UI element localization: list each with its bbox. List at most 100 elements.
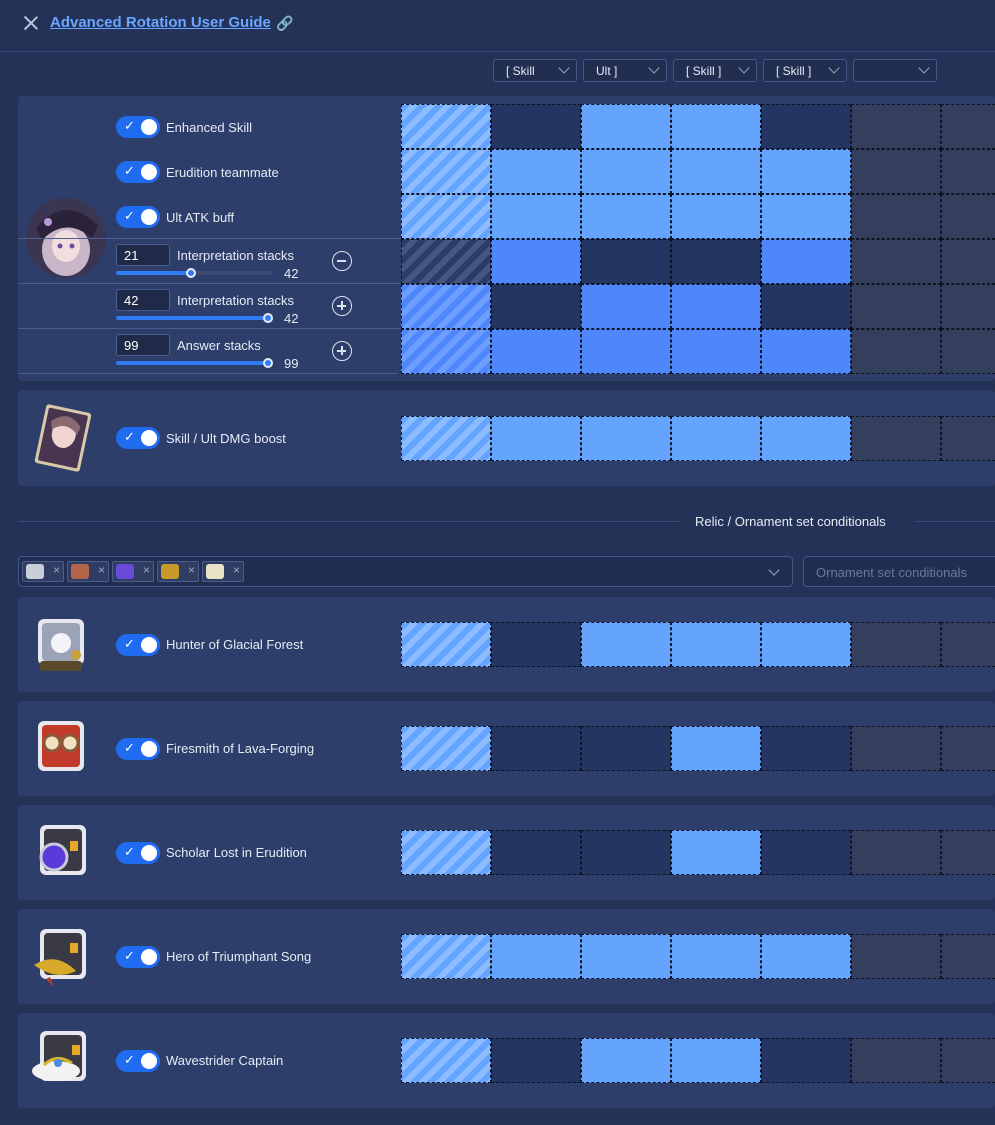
rotation-action-select-1[interactable]: [ Skill: [493, 59, 577, 82]
rotation-cell-firesmith-1[interactable]: [401, 726, 491, 771]
rotation-cell-erudition-teammate-5[interactable]: [761, 149, 851, 194]
rotation-cell-answer-stacks-6[interactable]: [851, 329, 941, 374]
erudition-teammate-toggle[interactable]: ✓: [116, 161, 160, 183]
rotation-cell-ult-atk-buff-6[interactable]: [851, 194, 941, 239]
rotation-cell-hunter-1[interactable]: [401, 622, 491, 667]
interpretation-stacks-input-1[interactable]: 21: [116, 244, 170, 266]
rotation-cell-ult-atk-buff-7[interactable]: [941, 194, 995, 239]
rotation-cell-answer-stacks-2[interactable]: [491, 329, 581, 374]
rotation-cell-hero-5[interactable]: [761, 934, 851, 979]
rotation-cell-interp-stacks-1-3[interactable]: [581, 239, 671, 284]
answer-stacks-input[interactable]: 99: [116, 334, 170, 356]
rotation-cell-firesmith-3[interactable]: [581, 726, 671, 771]
rotation-cell-skill-ult-dmg-boost-6[interactable]: [851, 416, 941, 461]
rotation-cell-erudition-teammate-2[interactable]: [491, 149, 581, 194]
close-icon[interactable]: [22, 14, 40, 32]
rotation-cell-answer-stacks-5[interactable]: [761, 329, 851, 374]
rotation-cell-interp-stacks-1-4[interactable]: [671, 239, 761, 284]
rotation-cell-hero-2[interactable]: [491, 934, 581, 979]
rotation-cell-answer-stacks-4[interactable]: [671, 329, 761, 374]
rotation-cell-skill-ult-dmg-boost-4[interactable]: [671, 416, 761, 461]
rotation-action-select-3[interactable]: [ Skill ]: [673, 59, 757, 82]
rotation-cell-hero-4[interactable]: [671, 934, 761, 979]
rotation-action-select-5[interactable]: [853, 59, 937, 82]
rotation-cell-interp-stacks-1-6[interactable]: [851, 239, 941, 284]
rotation-cell-interp-stacks-2-6[interactable]: [851, 284, 941, 329]
wavestrider-toggle[interactable]: ✓: [116, 1050, 160, 1072]
remove-tag-icon[interactable]: ×: [188, 563, 195, 577]
relic-set-select[interactable]: × × × × ×: [18, 556, 793, 587]
rotation-cell-interp-stacks-2-7[interactable]: [941, 284, 995, 329]
rotation-cell-enhanced-skill-7[interactable]: [941, 104, 995, 149]
rotation-cell-scholar-2[interactable]: [491, 830, 581, 875]
rotation-cell-ult-atk-buff-4[interactable]: [671, 194, 761, 239]
rotation-cell-interp-stacks-2-1[interactable]: [401, 284, 491, 329]
rotation-cell-interp-stacks-2-3[interactable]: [581, 284, 671, 329]
rotation-cell-interp-stacks-1-2[interactable]: [491, 239, 581, 284]
rotation-cell-interp-stacks-2-2[interactable]: [491, 284, 581, 329]
rotation-cell-enhanced-skill-2[interactable]: [491, 104, 581, 149]
rotation-cell-wavestrider-7[interactable]: [941, 1038, 995, 1083]
rotation-cell-enhanced-skill-3[interactable]: [581, 104, 671, 149]
rotation-cell-firesmith-6[interactable]: [851, 726, 941, 771]
rotation-action-select-4[interactable]: [ Skill ]: [763, 59, 847, 82]
rotation-cell-hunter-2[interactable]: [491, 622, 581, 667]
rotation-cell-erudition-teammate-4[interactable]: [671, 149, 761, 194]
rotation-cell-erudition-teammate-6[interactable]: [851, 149, 941, 194]
hero-toggle[interactable]: ✓: [116, 946, 160, 968]
rotation-cell-answer-stacks-1[interactable]: [401, 329, 491, 374]
rotation-cell-wavestrider-5[interactable]: [761, 1038, 851, 1083]
rotation-cell-skill-ult-dmg-boost-5[interactable]: [761, 416, 851, 461]
remove-tag-icon[interactable]: ×: [143, 563, 150, 577]
plus-circle-icon[interactable]: [332, 341, 352, 361]
link-icon[interactable]: 🔗: [276, 15, 293, 32]
rotation-cell-skill-ult-dmg-boost-1[interactable]: [401, 416, 491, 461]
rotation-cell-hunter-3[interactable]: [581, 622, 671, 667]
plus-circle-icon[interactable]: [332, 296, 352, 316]
answer-stacks-slider[interactable]: [116, 358, 273, 368]
rotation-cell-hunter-5[interactable]: [761, 622, 851, 667]
rotation-cell-scholar-5[interactable]: [761, 830, 851, 875]
rotation-cell-answer-stacks-7[interactable]: [941, 329, 995, 374]
rotation-cell-ult-atk-buff-1[interactable]: [401, 194, 491, 239]
remove-tag-icon[interactable]: ×: [53, 563, 60, 577]
rotation-cell-interp-stacks-2-4[interactable]: [671, 284, 761, 329]
rotation-cell-skill-ult-dmg-boost-7[interactable]: [941, 416, 995, 461]
rotation-cell-ult-atk-buff-3[interactable]: [581, 194, 671, 239]
rotation-cell-hunter-4[interactable]: [671, 622, 761, 667]
rotation-cell-hero-6[interactable]: [851, 934, 941, 979]
rotation-cell-firesmith-5[interactable]: [761, 726, 851, 771]
rotation-cell-wavestrider-6[interactable]: [851, 1038, 941, 1083]
rotation-cell-enhanced-skill-1[interactable]: [401, 104, 491, 149]
rotation-cell-wavestrider-3[interactable]: [581, 1038, 671, 1083]
rotation-cell-wavestrider-4[interactable]: [671, 1038, 761, 1083]
rotation-cell-enhanced-skill-4[interactable]: [671, 104, 761, 149]
rotation-cell-scholar-4[interactable]: [671, 830, 761, 875]
rotation-cell-skill-ult-dmg-boost-3[interactable]: [581, 416, 671, 461]
rotation-cell-firesmith-2[interactable]: [491, 726, 581, 771]
rotation-action-select-2[interactable]: Ult ]: [583, 59, 667, 82]
interpretation-stacks-input-2[interactable]: 42: [116, 289, 170, 311]
rotation-cell-skill-ult-dmg-boost-2[interactable]: [491, 416, 581, 461]
rotation-cell-firesmith-4[interactable]: [671, 726, 761, 771]
rotation-cell-interp-stacks-2-5[interactable]: [761, 284, 851, 329]
rotation-cell-hunter-7[interactable]: [941, 622, 995, 667]
rotation-cell-hunter-6[interactable]: [851, 622, 941, 667]
rotation-cell-enhanced-skill-5[interactable]: [761, 104, 851, 149]
enhanced-skill-toggle[interactable]: ✓: [116, 116, 160, 138]
remove-tag-icon[interactable]: ×: [98, 563, 105, 577]
rotation-cell-scholar-7[interactable]: [941, 830, 995, 875]
rotation-cell-interp-stacks-1-5[interactable]: [761, 239, 851, 284]
firesmith-toggle[interactable]: ✓: [116, 738, 160, 760]
user-guide-link[interactable]: Advanced Rotation User Guide: [50, 14, 271, 31]
rotation-cell-ult-atk-buff-2[interactable]: [491, 194, 581, 239]
rotation-cell-ult-atk-buff-5[interactable]: [761, 194, 851, 239]
rotation-cell-hero-1[interactable]: [401, 934, 491, 979]
rotation-cell-hero-3[interactable]: [581, 934, 671, 979]
rotation-cell-enhanced-skill-6[interactable]: [851, 104, 941, 149]
ornament-set-select[interactable]: Ornament set conditionals: [803, 556, 995, 587]
rotation-cell-answer-stacks-3[interactable]: [581, 329, 671, 374]
skill-ult-dmg-boost-toggle[interactable]: ✓: [116, 427, 160, 449]
rotation-cell-erudition-teammate-3[interactable]: [581, 149, 671, 194]
interpretation-stacks-slider-2[interactable]: [116, 313, 273, 323]
